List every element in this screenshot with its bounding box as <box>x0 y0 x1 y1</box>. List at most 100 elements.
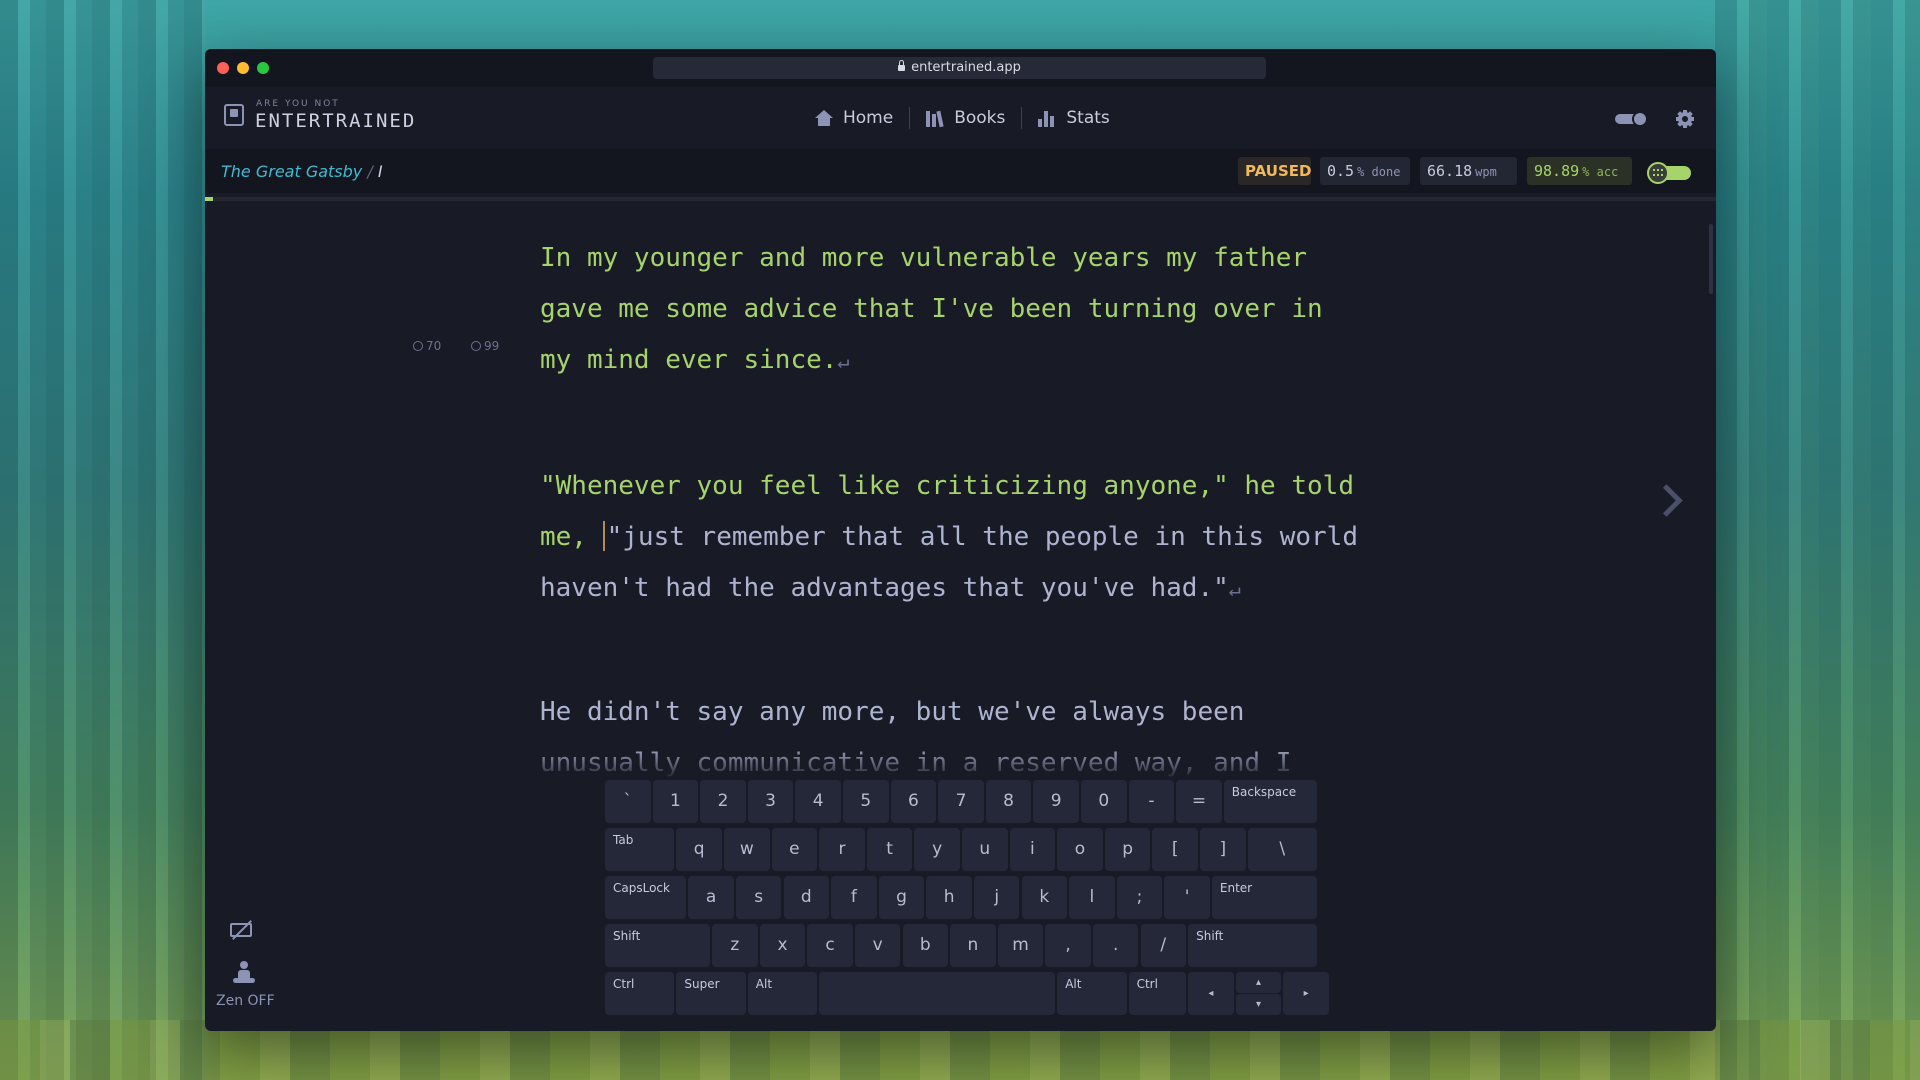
key-9[interactable]: 9 <box>1033 780 1079 823</box>
key-1[interactable]: 1 <box>652 780 699 823</box>
key-d[interactable]: d <box>783 876 830 919</box>
breadcrumb: The Great Gatsby / I <box>221 162 383 181</box>
key-6[interactable]: 6 <box>890 780 937 823</box>
key-;[interactable]: ; <box>1116 876 1163 919</box>
key-3[interactable]: 3 <box>747 780 794 823</box>
key-z[interactable]: z <box>712 924 758 967</box>
key--[interactable]: - <box>1128 780 1175 823</box>
key-5[interactable]: 5 <box>843 780 889 823</box>
keyboard-off-icon[interactable] <box>229 919 255 940</box>
key-alt[interactable]: Alt <box>1057 972 1127 1015</box>
stats-icon <box>1038 110 1056 127</box>
key-2[interactable]: 2 <box>700 780 746 823</box>
key-m[interactable]: m <box>997 924 1044 967</box>
key-8[interactable]: 8 <box>985 780 1032 823</box>
key-x[interactable]: x <box>759 924 806 967</box>
maximize-window-button[interactable] <box>257 62 269 74</box>
breadcrumb-book-link[interactable]: The Great Gatsby <box>221 162 362 181</box>
close-window-button[interactable] <box>217 62 229 74</box>
wpm-unit: wpm <box>1475 165 1497 179</box>
key-a[interactable]: a <box>688 876 734 919</box>
key-ctrl[interactable]: Ctrl <box>1128 972 1187 1015</box>
key-h[interactable]: h <box>926 876 972 919</box>
nav-stats[interactable]: Stats <box>1038 108 1110 128</box>
key-capslock[interactable]: CapsLock <box>605 876 687 919</box>
breadcrumb-separator: / <box>367 162 373 181</box>
zen-mode-label[interactable]: Zen OFF <box>216 993 275 1009</box>
key-ctrl[interactable]: Ctrl <box>605 972 675 1015</box>
key-r[interactable]: r <box>819 828 865 871</box>
key-t[interactable]: t <box>866 828 913 871</box>
progress-unit: % done <box>1357 165 1401 179</box>
key-shift[interactable]: Shift <box>605 924 711 967</box>
return-icon: ↵ <box>837 349 850 373</box>
gear-icon[interactable] <box>1676 110 1694 128</box>
app-header: ARE YOU NOT ENTERTRAINED Home Books Stat… <box>205 87 1716 149</box>
wpm-stat: 66.18 wpm <box>1420 157 1517 185</box>
nav-divider <box>909 107 911 129</box>
key-k[interactable]: k <box>1021 876 1068 919</box>
theme-toggle-icon[interactable] <box>1615 111 1649 127</box>
key-arrow-down[interactable]: ▾ <box>1235 994 1282 1015</box>
reading-pane[interactable]: 70 99 In my younger and more vulnerable … <box>205 205 1716 795</box>
key-e[interactable]: e <box>771 828 818 871</box>
key-n[interactable]: n <box>950 924 996 967</box>
key-u[interactable]: u <box>962 828 1008 871</box>
key-enter[interactable]: Enter <box>1211 876 1317 919</box>
key-alt[interactable]: Alt <box>747 972 818 1015</box>
key-\[interactable]: \ <box>1247 828 1317 871</box>
key-'[interactable]: ' <box>1164 876 1210 919</box>
target-icon <box>470 341 481 351</box>
chevron-right-icon[interactable] <box>1655 484 1675 518</box>
key-p[interactable]: p <box>1104 828 1151 871</box>
key-v[interactable]: v <box>854 924 901 967</box>
keyboard-visibility-toggle[interactable] <box>1647 162 1691 184</box>
key-w[interactable]: w <box>724 828 770 871</box>
key-j[interactable]: j <box>973 876 1020 919</box>
paragraph-wpm: 70 <box>426 339 442 353</box>
key-o[interactable]: o <box>1057 828 1103 871</box>
key-s[interactable]: s <box>735 876 782 919</box>
books-icon <box>926 110 944 127</box>
key-4[interactable]: 4 <box>795 780 841 823</box>
nav-books[interactable]: Books <box>926 108 1005 128</box>
key-g[interactable]: g <box>878 876 925 919</box>
accuracy-unit: % acc <box>1582 165 1619 179</box>
key-q[interactable]: q <box>676 828 722 871</box>
meditation-icon[interactable] <box>233 961 255 985</box>
logo-tagline: ARE YOU NOT <box>256 99 340 109</box>
key-`[interactable]: ` <box>605 780 651 823</box>
key-=[interactable]: = <box>1176 780 1222 823</box>
address-bar[interactable]: entertrained.app <box>653 57 1266 79</box>
logo-icon[interactable] <box>224 104 244 126</box>
key-c[interactable]: c <box>807 924 853 967</box>
virtual-keyboard: ` 1 2 3 4 5 6 7 8 9 0- = Backspace Tab q w e r t y u i o p[] \ Ca… <box>604 780 1329 1023</box>
key-super[interactable]: Super <box>676 972 746 1015</box>
key-7[interactable]: 7 <box>938 780 984 823</box>
key-tab[interactable]: Tab <box>605 828 675 871</box>
key-backspace[interactable]: Backspace <box>1223 780 1317 823</box>
key-b[interactable]: b <box>902 924 949 967</box>
key-shift[interactable]: Shift <box>1188 924 1317 967</box>
nav-home[interactable]: Home <box>815 108 893 128</box>
nav-stats-label: Stats <box>1066 108 1110 128</box>
progress-value: 0.5 <box>1327 162 1355 180</box>
key-▸[interactable]: ▸ <box>1283 972 1329 1015</box>
key-◂[interactable]: ◂ <box>1188 972 1234 1015</box>
key-,[interactable]: , <box>1045 924 1091 967</box>
key-.[interactable]: . <box>1092 924 1139 967</box>
key-f[interactable]: f <box>831 876 877 919</box>
background-left-bookshelves <box>0 0 205 1080</box>
key-space[interactable] <box>819 972 1056 1015</box>
minimize-window-button[interactable] <box>237 62 249 74</box>
key-0[interactable]: 0 <box>1081 780 1127 823</box>
key-[[interactable]: [ <box>1152 828 1198 871</box>
key-/[interactable]: / <box>1140 924 1187 967</box>
key-arrow-up[interactable]: ▴ <box>1235 972 1282 993</box>
key-][interactable]: ] <box>1200 828 1246 871</box>
browser-window: entertrained.app ARE YOU NOT ENTERTRAINE… <box>205 49 1716 1031</box>
key-i[interactable]: i <box>1009 828 1056 871</box>
key-y[interactable]: y <box>914 828 960 871</box>
key-l[interactable]: l <box>1069 876 1115 919</box>
logo-wordmark[interactable]: ENTERTRAINED <box>255 110 416 132</box>
